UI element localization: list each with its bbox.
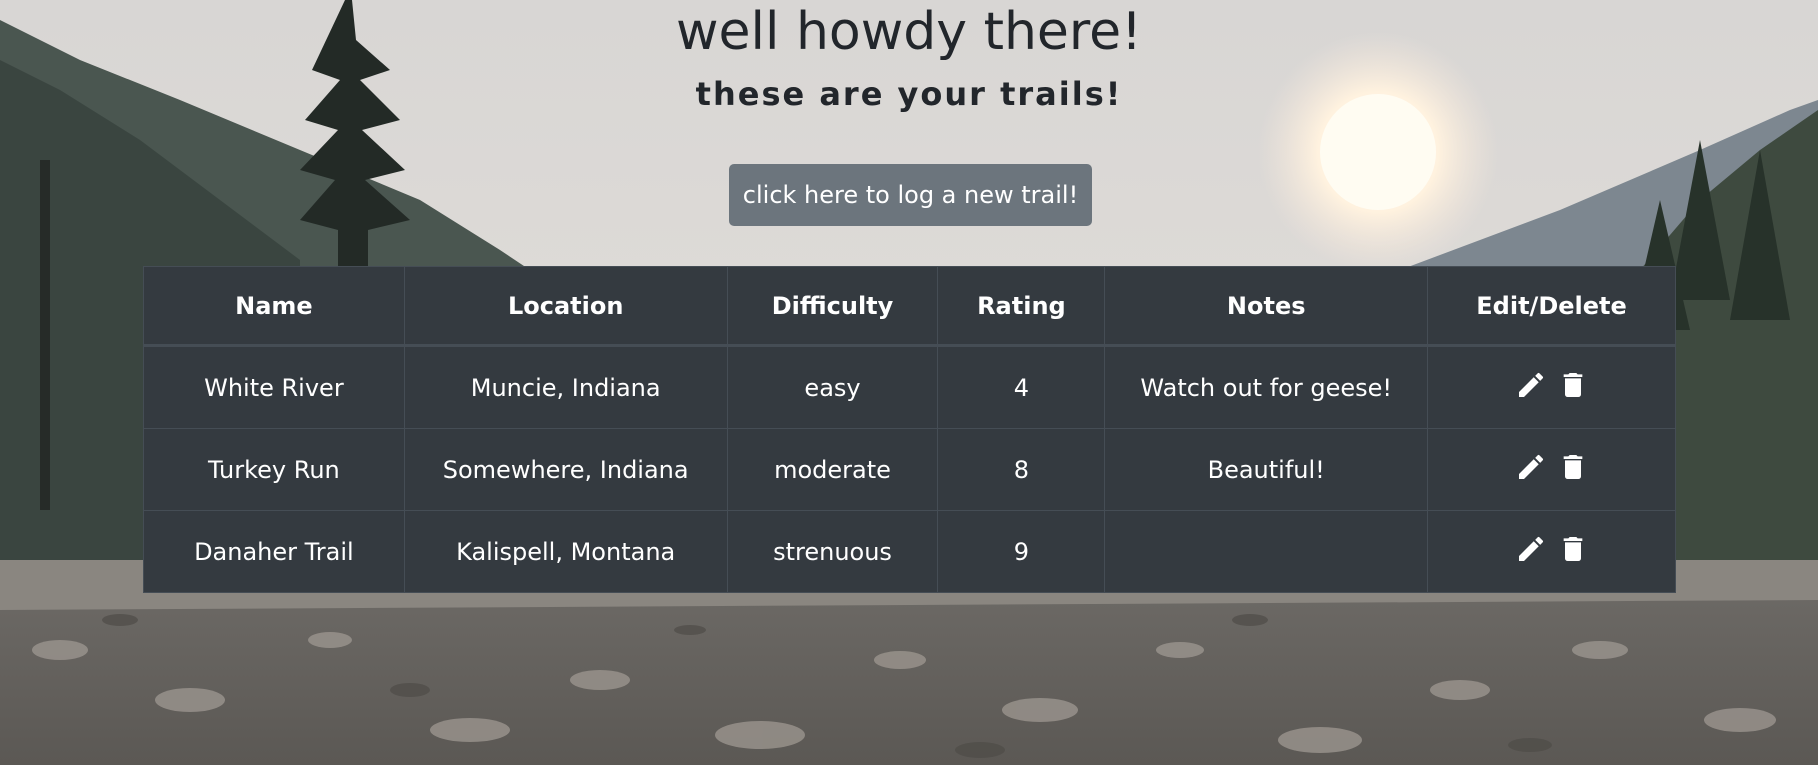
trail-difficulty: easy — [726, 345, 939, 429]
trail-name: White River — [143, 345, 405, 429]
trail-notes — [1104, 510, 1429, 593]
column-header-name: Name — [143, 266, 405, 347]
column-header-rating: Rating — [937, 266, 1106, 347]
trail-name: Turkey Run — [143, 428, 405, 511]
column-header-location: Location — [403, 266, 728, 347]
table-row: Danaher Trail Kalispell, Montana strenuo… — [143, 510, 1676, 593]
trash-icon[interactable] — [1557, 451, 1589, 483]
page-title: well howdy there! — [676, 2, 1142, 62]
trails-table-header: Name Location Difficulty Rating Notes Ed… — [143, 266, 1676, 347]
trail-location: Muncie, Indiana — [403, 345, 728, 429]
column-header-notes: Notes — [1104, 266, 1429, 347]
trail-difficulty: strenuous — [726, 510, 939, 593]
trail-actions — [1427, 510, 1676, 593]
pencil-icon[interactable] — [1515, 451, 1547, 483]
table-row: White River Muncie, Indiana easy 4 Watch… — [143, 345, 1676, 429]
trail-rating: 4 — [937, 345, 1106, 429]
trails-table: Name Location Difficulty Rating Notes Ed… — [143, 266, 1676, 593]
column-header-edit-delete: Edit/Delete — [1427, 266, 1676, 347]
trail-notes: Watch out for geese! — [1104, 345, 1429, 429]
trash-icon[interactable] — [1557, 369, 1589, 401]
page-content: well howdy there! these are your trails!… — [0, 0, 1818, 765]
column-header-difficulty: Difficulty — [726, 266, 939, 347]
trails-table-body: White River Muncie, Indiana easy 4 Watch… — [143, 345, 1676, 593]
trail-actions — [1427, 345, 1676, 429]
pencil-icon[interactable] — [1515, 533, 1547, 565]
trail-actions — [1427, 428, 1676, 511]
trail-location: Somewhere, Indiana — [403, 428, 728, 511]
table-header-row: Name Location Difficulty Rating Notes Ed… — [143, 266, 1676, 347]
trail-rating: 8 — [937, 428, 1106, 511]
trail-name: Danaher Trail — [143, 510, 405, 593]
log-new-trail-button[interactable]: click here to log a new trail! — [729, 164, 1092, 226]
trash-icon[interactable] — [1557, 533, 1589, 565]
trail-notes: Beautiful! — [1104, 428, 1429, 511]
pencil-icon[interactable] — [1515, 369, 1547, 401]
page-subtitle: these are your trails! — [695, 75, 1123, 113]
trail-difficulty: moderate — [726, 428, 939, 511]
trail-location: Kalispell, Montana — [403, 510, 728, 593]
table-row: Turkey Run Somewhere, Indiana moderate 8… — [143, 428, 1676, 511]
trail-rating: 9 — [937, 510, 1106, 593]
